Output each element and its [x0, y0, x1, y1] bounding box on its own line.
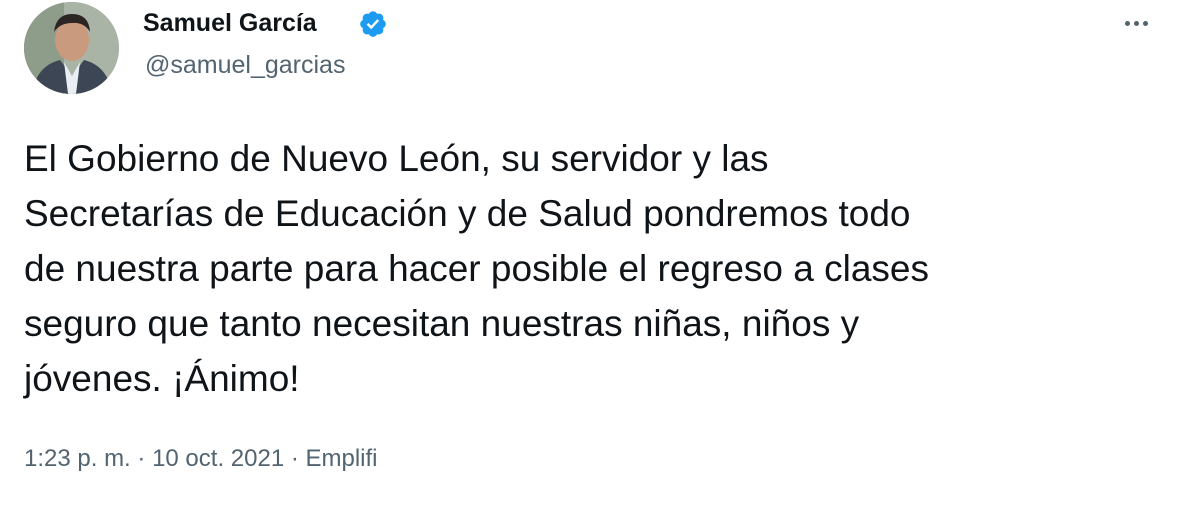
tweet-text: El Gobierno de Nuevo León, su servidor y…: [24, 138, 929, 399]
metadata-separator: ·: [130, 445, 153, 472]
verified-badge-icon: [360, 11, 386, 37]
more-options-button[interactable]: [1116, 8, 1156, 38]
avatar[interactable]: [24, 2, 119, 94]
tweet-source[interactable]: Emplifi: [306, 445, 378, 472]
display-name[interactable]: Samuel García: [143, 8, 317, 38]
tweet-card: Samuel García @samuel_garcias El Gobiern…: [0, 0, 1178, 509]
tweet-date[interactable]: 10 oct. 2021: [152, 445, 284, 472]
tweet-metadata: 1:23 p. m. · 10 oct. 2021 · Emplifi: [24, 444, 378, 474]
tweet-time[interactable]: 1:23 p. m.: [24, 445, 131, 472]
more-options-icon-dot: [1133, 20, 1139, 26]
more-options-icon-dot: [1142, 20, 1148, 26]
profile-photo: [24, 2, 119, 94]
more-options-icon: [1124, 20, 1130, 26]
user-handle[interactable]: @samuel_garcias: [145, 50, 345, 80]
metadata-separator: ·: [284, 445, 306, 472]
